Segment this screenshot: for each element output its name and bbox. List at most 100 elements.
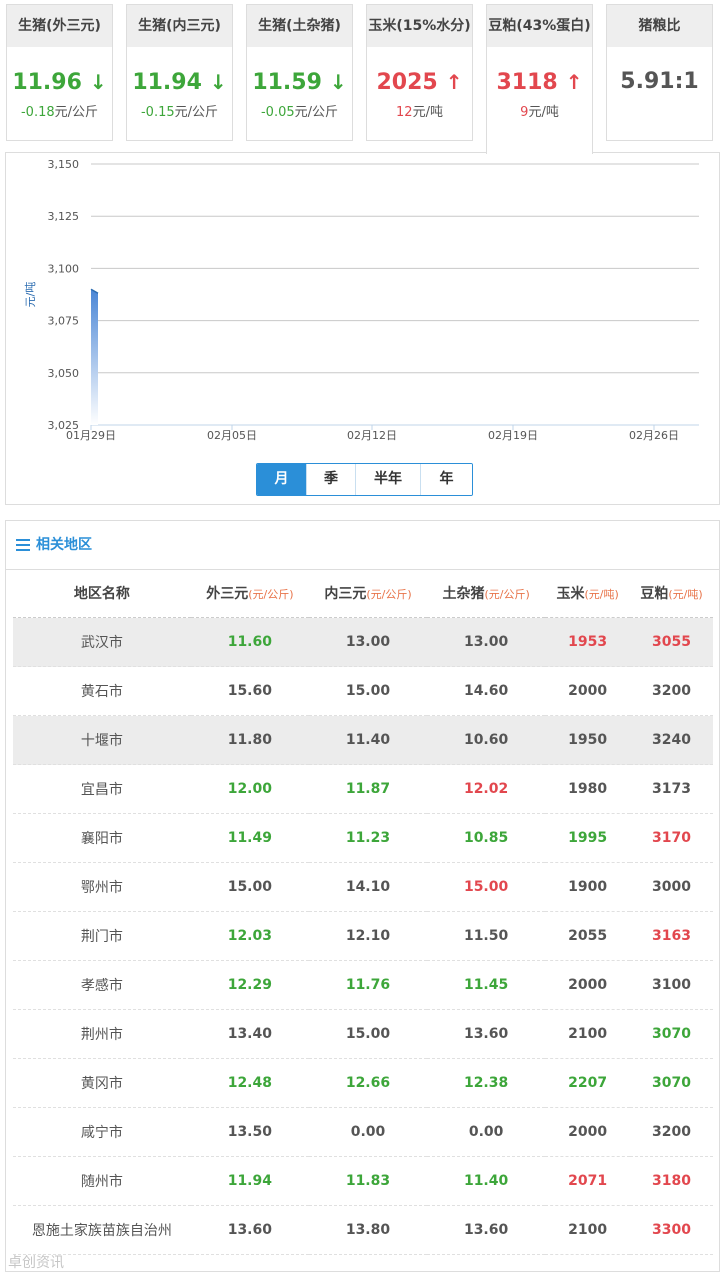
region-name-cell[interactable]: 恩施土家族苗族自治州	[13, 1205, 191, 1255]
table-row[interactable]: 黄冈市 12.48 12.66 12.38 2207 3070	[13, 1058, 713, 1108]
watermark: 卓创资讯	[8, 1255, 64, 1271]
table-row[interactable]: 宜昌市 12.00 11.87 12.02 1980 3173	[13, 764, 713, 814]
price-cell: 2010	[545, 1254, 631, 1271]
tab-change: 12元/吨	[367, 101, 472, 120]
price-cell: 2207	[545, 1058, 631, 1108]
period-button-3[interactable]: 半年	[356, 464, 421, 495]
period-selector: 月季半年年	[256, 463, 473, 496]
column-header: 外三元(元/公斤)	[190, 569, 309, 618]
tab-6[interactable]: 猪粮比 5.91:1	[606, 4, 713, 141]
price-cell: 11.40	[427, 1156, 546, 1206]
tab-value: 2025 ↑	[367, 67, 472, 97]
tab-title: 玉米(15%水分)	[367, 5, 472, 47]
region-name-cell[interactable]: 黄石市	[13, 666, 191, 716]
list-menu-icon	[16, 536, 30, 554]
price-cell: 13.60	[427, 1205, 546, 1255]
y-tick-label: 3,075	[48, 315, 80, 328]
price-cell: 1995	[545, 813, 631, 863]
tab-title: 豆粕(43%蛋白)	[487, 5, 592, 47]
region-name-cell[interactable]: 随州市	[13, 1156, 191, 1206]
price-cell: 11.50	[427, 911, 546, 961]
arrow-down-icon: ↓	[209, 70, 227, 94]
y-tick-label: 3,125	[48, 210, 80, 223]
region-name-cell[interactable]: 宜昌市	[13, 764, 191, 814]
price-cell: 13.00	[308, 617, 428, 667]
tab-value-text: 5.91:1	[620, 69, 699, 94]
table-row[interactable]: 荆门市 12.03 12.10 11.50 2055 3163	[13, 911, 713, 961]
tab-change-unit: 元/公斤	[174, 105, 219, 120]
period-button-2[interactable]: 季	[307, 464, 356, 495]
table-row[interactable]: 黄石市 15.60 15.00 14.60 2000 3200	[13, 666, 713, 716]
price-cell: 13.60	[190, 1205, 309, 1255]
price-chart: 3,150 3,125 3,100 3,075 3,050 3,025 01月29日 02月0…	[5, 152, 720, 505]
price-cell: 0.00	[308, 1107, 428, 1157]
table-row[interactable]: 荆州市 13.40 15.00 13.60 2100 3070	[13, 1009, 713, 1059]
price-cell: 15.00	[427, 862, 546, 912]
arrow-up-icon: ↑	[445, 70, 463, 94]
price-cell: 3180	[630, 1156, 713, 1206]
price-cell: 13.80	[308, 1205, 428, 1255]
table-row[interactable]: 武汉市 11.60 13.00 13.00 1953 3055	[13, 617, 713, 667]
price-cell: 1950	[545, 715, 631, 765]
price-cell: 1900	[545, 862, 631, 912]
tab-change-unit: 元/吨	[528, 105, 559, 120]
tab-5[interactable]: 豆粕(43%蛋白) 3118 ↑ 9元/吨	[486, 4, 593, 154]
price-cell: 2100	[545, 1009, 631, 1059]
tab-value: 3118 ↑	[487, 67, 592, 97]
table-body: 武汉市 11.60 13.00 13.00 1953 3055 黄石市 15.60 15.00 1…	[13, 617, 713, 1271]
region-table: 地区名称 外三元(元/公斤) 内三元(元/公斤) 土杂猪(元/公斤) 玉米(元/吨) 豆粕…	[13, 569, 713, 1271]
region-name-cell[interactable]: 孝感市	[13, 960, 191, 1010]
table-row[interactable]: 省直辖12.0011.6511.1020103085	[13, 1254, 713, 1271]
price-cell: 10.60	[427, 715, 546, 765]
region-name-cell[interactable]: 荆门市	[13, 911, 191, 961]
period-button-4[interactable]: 年	[421, 464, 472, 495]
price-cell: 3173	[630, 764, 713, 814]
tab-4[interactable]: 玉米(15%水分) 2025 ↑ 12元/吨	[366, 4, 473, 141]
price-cell: 12.00	[190, 1254, 309, 1271]
column-header: 豆粕(元/吨)	[630, 569, 713, 618]
tab-3[interactable]: 生猪(土杂猪) 11.59 ↓ -0.05元/公斤	[246, 4, 353, 141]
table-row[interactable]: 咸宁市 13.50 0.00 0.00 2000 3200	[13, 1107, 713, 1157]
column-header-unit: (元/公斤)	[248, 588, 294, 601]
column-header-unit: (元/公斤)	[484, 588, 530, 601]
price-cell: 14.10	[308, 862, 428, 912]
price-cell: 12.00	[190, 764, 309, 814]
tab-2[interactable]: 生猪(内三元) 11.94 ↓ -0.15元/公斤	[126, 4, 233, 141]
region-name-cell[interactable]: 咸宁市	[13, 1107, 191, 1157]
tab-change-value: -0.05	[260, 105, 295, 120]
x-tick-label: 02月19日	[488, 429, 538, 442]
table-row[interactable]: 鄂州市 15.00 14.10 15.00 1900 3000	[13, 862, 713, 912]
arrow-down-icon: ↓	[329, 70, 347, 94]
price-tabs: 生猪(外三元) 11.96 ↓ -0.18元/公斤 生猪(内三元) 11.94 ↓ -0.15…	[0, 0, 728, 154]
table-row[interactable]: 随州市 11.94 11.83 11.40 2071 3180	[13, 1156, 713, 1206]
price-cell: 3070	[630, 1058, 713, 1108]
tab-value-text: 3118	[496, 70, 558, 95]
region-name-cell[interactable]: 襄阳市	[13, 813, 191, 863]
period-button-1[interactable]: 月	[257, 464, 307, 495]
column-header-unit: (元/吨)	[584, 588, 619, 601]
table-row[interactable]: 孝感市 12.29 11.76 11.45 2000 3100	[13, 960, 713, 1010]
column-header-label: 内三元	[324, 586, 367, 602]
price-cell: 11.65	[308, 1254, 428, 1271]
region-name-cell[interactable]: 武汉市	[13, 617, 191, 667]
region-name-cell[interactable]: 黄冈市	[13, 1058, 191, 1108]
table-row[interactable]: 恩施土家族苗族自治州 13.60 13.80 13.60 2100 3300	[13, 1205, 713, 1255]
y-tick-label: 3,100	[48, 262, 80, 275]
price-cell: 3170	[630, 813, 713, 863]
x-tick-label: 01月29日	[66, 429, 116, 442]
price-cell: 15.00	[190, 862, 309, 912]
table-row[interactable]: 襄阳市 11.49 11.23 10.85 1995 3170	[13, 813, 713, 863]
tab-change-value: -0.15	[140, 105, 175, 120]
price-cell: 3200	[630, 666, 713, 716]
region-name-cell[interactable]: 十堰市	[13, 715, 191, 765]
price-cell: 3300	[630, 1205, 713, 1255]
tab-value: 11.94 ↓	[127, 67, 232, 97]
region-name-cell[interactable]: 鄂州市	[13, 862, 191, 912]
region-name-cell[interactable]: 荆州市	[13, 1009, 191, 1059]
tab-value-text: 11.96	[12, 70, 82, 95]
tab-1[interactable]: 生猪(外三元) 11.96 ↓ -0.18元/公斤	[6, 4, 113, 141]
column-header-label: 玉米	[556, 586, 585, 602]
table-row[interactable]: 十堰市 11.80 11.40 10.60 1950 3240	[13, 715, 713, 765]
tab-value-text: 2025	[376, 70, 438, 95]
price-cell: 3085	[630, 1254, 713, 1271]
